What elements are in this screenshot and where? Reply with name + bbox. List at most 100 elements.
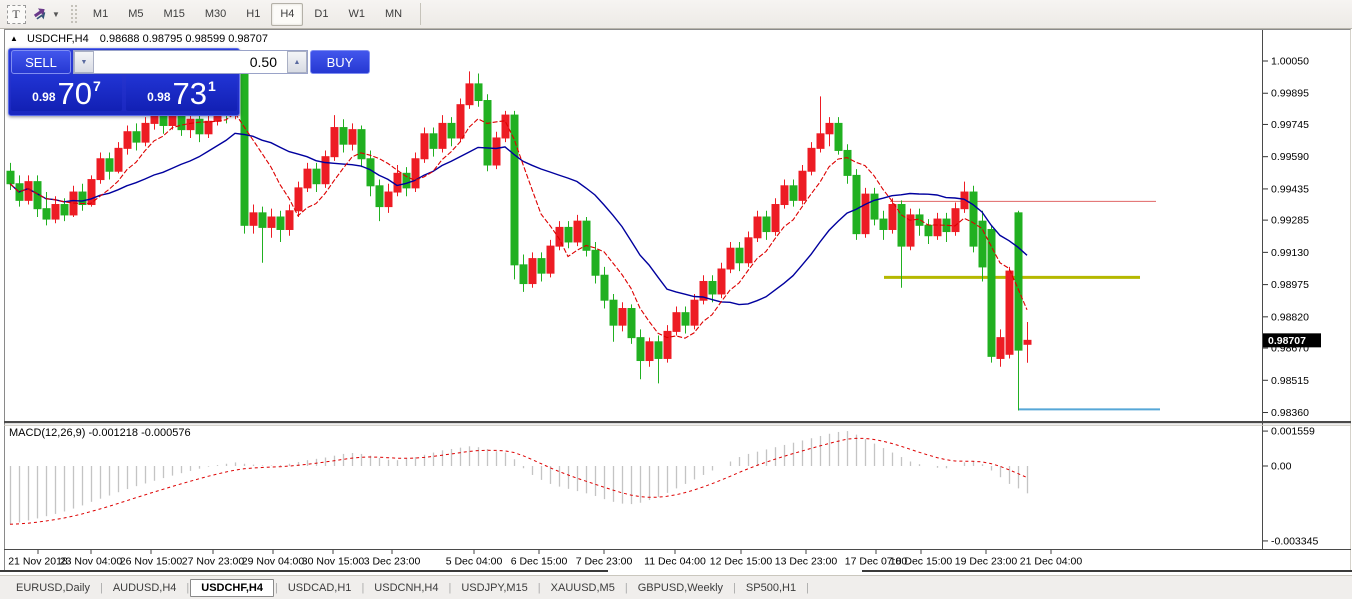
chart-tab-xauusd[interactable]: XAUUSD,M5 [542,580,624,596]
candle-body [241,67,248,225]
candle-body [340,128,347,145]
candle-body [448,123,455,138]
candle-body [1015,213,1022,350]
chart-tab-eurusd[interactable]: EURUSD,Daily [7,580,99,596]
chart-tab-sp500[interactable]: SP500,H1 [737,580,805,596]
volume-increase-button[interactable]: ▲ [287,51,307,73]
candle-body [592,250,599,275]
date-tick-label: 11 Dec 04:00 [644,556,706,568]
candle-body [619,309,626,326]
candle-body [736,248,743,263]
candle-body [43,209,50,219]
candle-body [466,84,473,105]
date-tick-label: 23 Nov 04:00 [60,556,123,568]
candle-body [988,229,995,356]
sell-button[interactable]: SELL [11,50,71,74]
timeframe-button-w1[interactable]: W1 [339,3,374,26]
time-axis[interactable]: 21 Nov 201823 Nov 04:0026 Nov 15:0027 No… [8,550,1082,568]
candle-body [835,123,842,150]
toolbar-grip[interactable] [70,4,77,24]
candle-body [106,159,113,171]
macd-tick-label: -0.003345 [1271,535,1318,547]
sell-price-display[interactable]: 0.98 70 7 [11,75,122,111]
chart-tab-audusd[interactable]: AUDUSD,H4 [104,580,186,596]
price-tick-label: 0.99285 [1271,215,1309,227]
text-tool-button[interactable]: T [6,4,26,24]
buy-price-big: 73 [173,80,207,108]
candle-body [853,175,860,233]
volume-decrease-button[interactable]: ▼ [74,51,94,73]
date-tick-label: 29 Nov 04:00 [242,556,305,568]
sell-price-base: 0.98 [32,90,55,104]
current-price-label: 0.98707 [1268,335,1306,347]
tab-separator: | [100,582,103,594]
candle-body [313,169,320,184]
candle-body [511,115,518,265]
toolbar-separator [420,3,421,25]
candle-body [286,211,293,230]
timeframe-button-m30[interactable]: M30 [196,3,235,26]
timeframe-button-m5[interactable]: M5 [119,3,152,26]
candle-body [133,132,140,142]
macd-indicator-label: MACD(12,26,9) -0.001218 -0.000576 [9,427,191,439]
price-tick-label: 0.99590 [1271,151,1309,163]
timeframe-button-mn[interactable]: MN [376,3,411,26]
chart-tab-gbpusd[interactable]: GBPUSD,Weekly [629,580,732,596]
timeframe-button-m1[interactable]: M1 [84,3,117,26]
timeframe-button-m15[interactable]: M15 [154,3,193,26]
date-tick-label: 5 Dec 04:00 [446,556,503,568]
date-tick-label: 6 Dec 15:00 [511,556,568,568]
candle-body [529,259,536,284]
macd-axis[interactable]: 0.001559 0.00 -0.003345 [1263,426,1318,548]
date-tick-label: 18 Dec 15:00 [890,556,953,568]
candle-body [61,205,68,215]
price-tick-label: 0.98515 [1271,375,1309,387]
chart-heading: ▲ USDCHF,H4 0.98688 0.98795 0.98599 0.98… [10,33,268,45]
candle-body [196,119,203,134]
candle-body [367,159,374,186]
date-tick-label: 7 Dec 23:00 [576,556,633,568]
timeframe-button-d1[interactable]: D1 [305,3,337,26]
candle-body [952,209,959,232]
candle-body [610,300,617,325]
candle-body [475,84,482,101]
collapse-panel-icon[interactable]: ▲ [10,34,18,43]
candle-body [358,130,365,159]
text-tool-icon: T [7,5,26,24]
macd-tick-label: 0.001559 [1271,426,1315,438]
candle-body [574,221,581,242]
volume-input[interactable] [94,51,287,73]
chart-tab-usdcad[interactable]: USDCAD,H1 [279,580,361,596]
candle-body [385,192,392,207]
candle-body [1006,271,1013,354]
macd-tick-label: 0.00 [1271,461,1292,473]
symbol-period-label: USDCHF,H4 [27,33,89,45]
top-toolbar: T ▼ M1M5M15M30H1H4D1W1MN [0,0,1352,29]
candle-body [322,157,329,184]
buy-price-display[interactable]: 0.98 73 1 [126,75,237,111]
candle-body [547,246,554,273]
price-axis[interactable]: 1.000500.998950.997450.995900.994350.992… [1263,56,1309,420]
chart-tab-usdcnh[interactable]: USDCNH,H4 [365,580,447,596]
candle-body [637,338,644,361]
timeframe-button-h1[interactable]: H1 [237,3,269,26]
price-tick-label: 0.98360 [1271,407,1309,419]
candle-body [727,248,734,269]
tab-separator: | [275,582,278,594]
candle-body [628,309,635,338]
timeframe-button-h4[interactable]: H4 [271,3,303,26]
candle-body [916,215,923,225]
tab-separator: | [186,582,189,594]
tab-separator: | [361,582,364,594]
arrows-tool-button[interactable]: ▼ [32,4,60,24]
tab-separator: | [538,582,541,594]
candle-body [268,217,275,227]
buy-button[interactable]: BUY [310,50,370,74]
chevron-down-icon[interactable]: ▼ [52,10,60,19]
chart-tab-usdjpy[interactable]: USDJPY,M15 [452,580,536,596]
tab-separator: | [733,582,736,594]
candle-body [754,217,761,238]
chart-tab-usdchf[interactable]: USDCHF,H4 [190,579,274,597]
candle-body [997,338,1004,359]
candle-body [421,134,428,159]
